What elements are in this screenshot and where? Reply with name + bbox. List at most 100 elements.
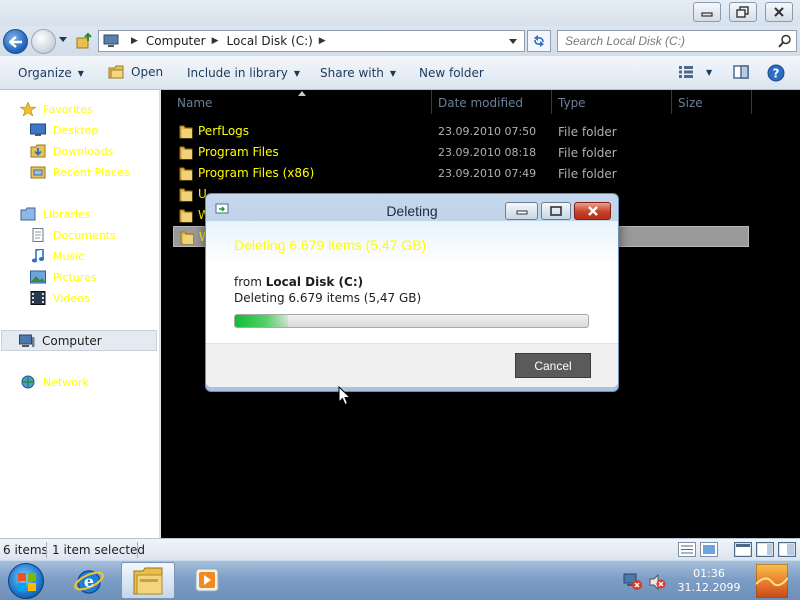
layout-view-icon[interactable] <box>734 542 752 557</box>
nav-network[interactable]: Network <box>20 375 89 389</box>
nav-network-label: Network <box>43 375 89 389</box>
nav-computer-label: Computer <box>42 333 102 348</box>
volume-muted-icon[interactable] <box>648 573 666 591</box>
details-view-icon[interactable] <box>678 542 696 557</box>
search-icon[interactable] <box>778 34 792 48</box>
share-with-menu[interactable]: Share with ▼ <box>320 66 396 80</box>
address-bar[interactable]: ▶ Computer ▶ Local Disk (C:) ▶ <box>98 30 525 52</box>
dialog-footer: Cancel <box>206 343 618 387</box>
forward-button[interactable] <box>31 29 56 54</box>
open-folder-icon <box>108 65 124 79</box>
nav-music[interactable]: Music <box>30 249 84 263</box>
refresh-button[interactable] <box>527 30 551 52</box>
minimize-icon <box>701 12 713 17</box>
dialog-maximize-button[interactable] <box>541 202 571 220</box>
nav-downloads-label: Downloads <box>53 144 114 158</box>
column-divider[interactable] <box>671 90 672 114</box>
split-view-icon[interactable] <box>778 542 796 557</box>
column-divider[interactable] <box>751 90 752 114</box>
close-icon <box>774 7 784 17</box>
search-box[interactable] <box>557 30 797 52</box>
refresh-icon <box>534 35 544 47</box>
title-bar <box>0 0 800 26</box>
breadcrumb-computer[interactable]: Computer <box>146 34 206 48</box>
thumbnail-view-icon[interactable] <box>700 542 718 557</box>
internet-explorer-icon: e <box>74 569 104 594</box>
maximize-icon <box>550 206 562 216</box>
up-folder-icon[interactable] <box>75 32 93 50</box>
show-desktop-icon[interactable] <box>756 564 788 598</box>
address-dropdown-icon[interactable] <box>508 38 518 46</box>
nav-documents[interactable]: Documents <box>30 228 116 242</box>
cancel-button[interactable]: Cancel <box>515 353 591 378</box>
new-folder-button[interactable]: New folder <box>419 66 484 80</box>
column-header-name[interactable]: Name <box>177 96 212 110</box>
taskbar-internet-explorer[interactable]: e <box>62 562 116 599</box>
windows-explorer-icon <box>133 567 163 594</box>
preview-pane-icon <box>733 65 749 79</box>
table-row[interactable]: PerfLogs 23.09.2010 07:50 File folder <box>173 121 749 142</box>
nav-favorites[interactable]: Favorites <box>20 102 93 116</box>
pictures-icon <box>30 270 46 284</box>
column-header-type[interactable]: Type <box>558 96 586 110</box>
organize-menu[interactable]: Organize ▼ <box>18 66 84 80</box>
chevron-down-icon: ▼ <box>389 68 397 78</box>
change-view-button[interactable]: ▼ <box>678 65 712 79</box>
file-name: Program Files (x86) <box>198 166 315 180</box>
column-divider[interactable] <box>551 90 552 114</box>
folder-icon <box>179 167 193 181</box>
file-type: File folder <box>558 125 617 139</box>
breadcrumb-local-disk[interactable]: Local Disk (C:) <box>227 34 313 48</box>
network-icon <box>21 375 35 389</box>
help-button[interactable]: ? <box>767 64 785 82</box>
dialog-close-button[interactable] <box>574 202 611 220</box>
downloads-icon <box>30 144 46 158</box>
file-date: 23.09.2010 07:49 <box>438 167 537 180</box>
dialog-minimize-button[interactable] <box>505 202 538 220</box>
star-icon <box>20 102 36 116</box>
nav-recent-places[interactable]: Recent Places <box>30 165 130 179</box>
nav-desktop[interactable]: Desktop <box>30 123 98 137</box>
nav-videos[interactable]: Videos <box>30 291 90 305</box>
close-icon <box>587 206 598 216</box>
open-label: Open <box>131 65 164 79</box>
search-input[interactable] <box>558 31 773 51</box>
nav-libraries[interactable]: Libraries <box>20 207 91 221</box>
nav-computer[interactable]: Computer <box>1 330 157 351</box>
breadcrumb-separator-icon: ▶ <box>211 36 219 46</box>
desktop-icon <box>30 123 46 136</box>
status-divider <box>46 542 47 558</box>
system-clock[interactable]: 01:36 31.12.2099 <box>670 567 748 595</box>
nav-favorites-label: Favorites <box>43 102 93 116</box>
status-item-count: 6 items <box>3 543 48 557</box>
nav-downloads[interactable]: Downloads <box>30 144 113 158</box>
file-name: Program Files <box>198 145 279 159</box>
column-header-date-modified[interactable]: Date modified <box>438 96 523 110</box>
table-row[interactable]: Program Files 23.09.2010 08:18 File fold… <box>173 142 749 163</box>
close-button[interactable] <box>765 2 793 22</box>
pane-view-icon[interactable] <box>756 542 774 557</box>
delete-source: from Local Disk (C:) <box>234 275 363 289</box>
libraries-icon <box>20 207 36 221</box>
restore-button[interactable] <box>729 2 757 22</box>
table-row[interactable]: Program Files (x86) 23.09.2010 07:49 Fil… <box>173 163 749 184</box>
nav-pictures[interactable]: Pictures <box>30 270 97 284</box>
taskbar-media-player[interactable] <box>182 562 236 599</box>
computer-icon <box>19 334 35 347</box>
history-dropdown-icon[interactable] <box>58 36 68 44</box>
status-selection: 1 item selected <box>52 543 146 557</box>
preview-pane-button[interactable] <box>733 65 749 79</box>
dialog-body: Deleting 6.679 items (5,47 GB) from Loca… <box>206 221 618 343</box>
nav-documents-label: Documents <box>53 228 116 242</box>
nav-pictures-label: Pictures <box>53 270 97 284</box>
back-button[interactable] <box>3 29 28 54</box>
share-with-label: Share with <box>320 66 384 80</box>
column-divider[interactable] <box>431 90 432 114</box>
column-header-size[interactable]: Size <box>678 96 703 110</box>
include-in-library-menu[interactable]: Include in library ▼ <box>187 66 300 80</box>
open-button[interactable]: Open <box>108 64 163 80</box>
network-error-icon[interactable] <box>623 573 643 591</box>
taskbar-windows-explorer[interactable] <box>121 562 175 599</box>
start-button[interactable] <box>8 563 44 599</box>
minimize-button[interactable] <box>693 2 721 22</box>
